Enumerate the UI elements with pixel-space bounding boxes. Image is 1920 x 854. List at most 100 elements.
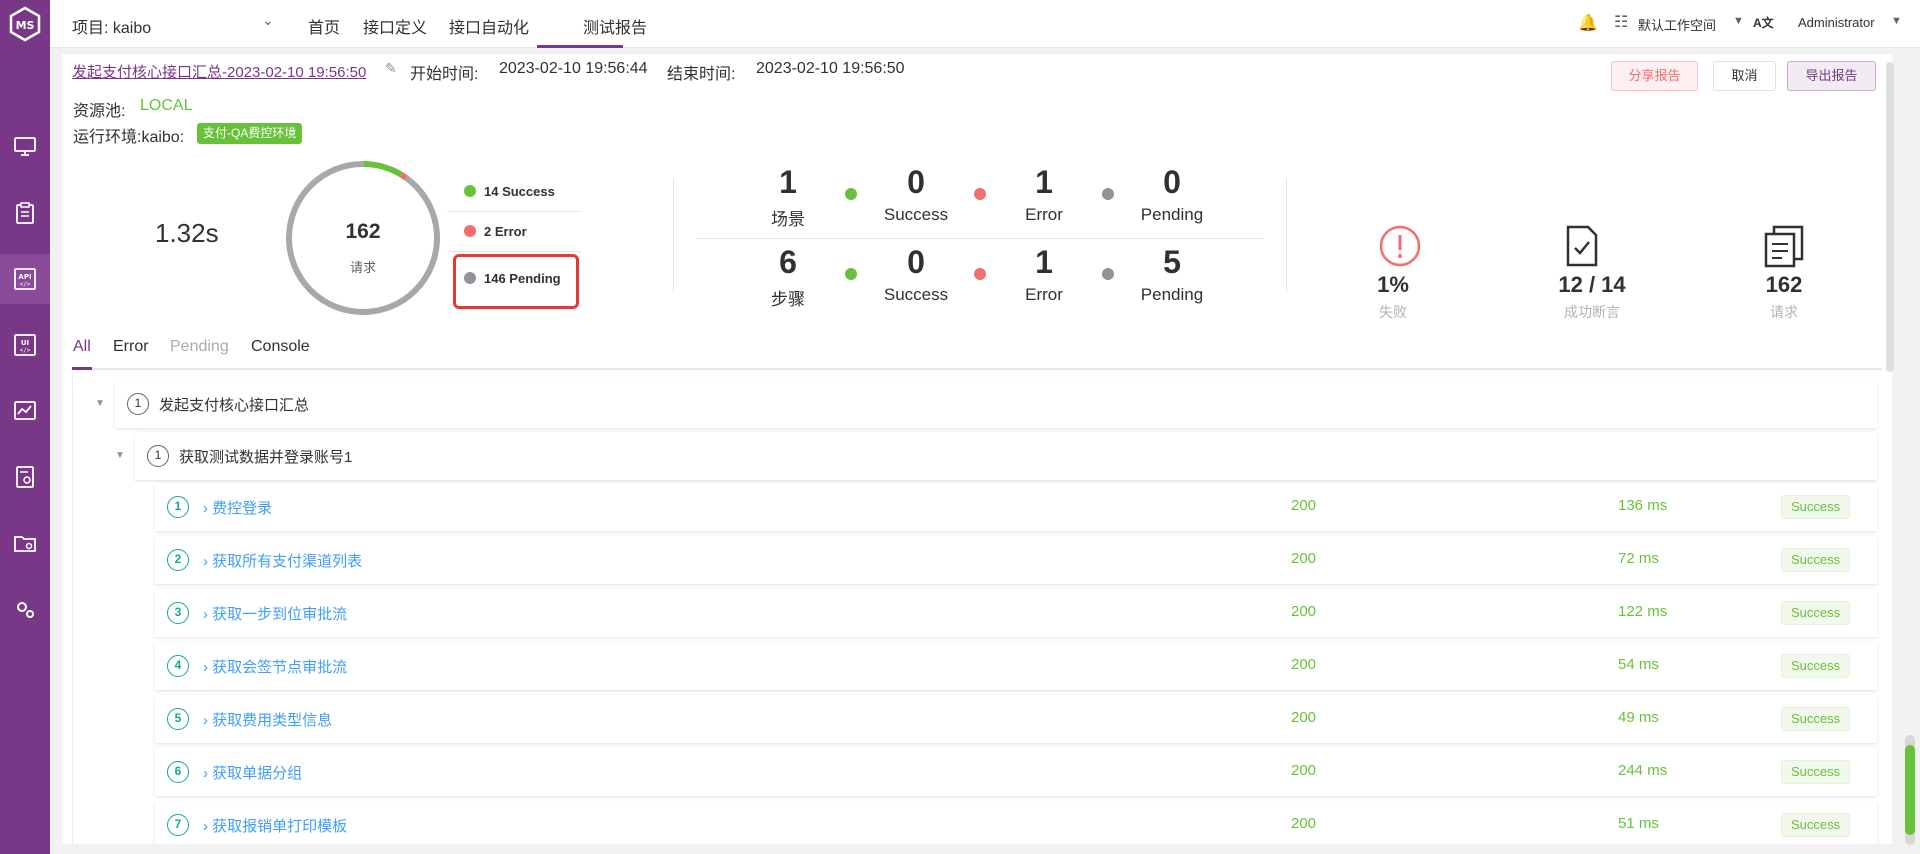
- request-status-code: 200: [1291, 762, 1317, 779]
- request-duration: 49 ms: [1618, 709, 1659, 726]
- sidebar-item-api[interactable]: API </>: [0, 254, 50, 304]
- request-duration: 122 ms: [1618, 603, 1668, 620]
- request-title[interactable]: › 获取单据分组: [203, 762, 302, 783]
- sidebar-item-performance[interactable]: [0, 386, 50, 436]
- share-report-button[interactable]: 分享报告: [1611, 61, 1698, 91]
- side-scroll-thumb[interactable]: [1905, 745, 1915, 835]
- chevron-right-icon: ›: [203, 712, 213, 729]
- request-row[interactable]: 7 › 获取报销单打印模板 200 51 ms Success: [155, 801, 1877, 844]
- caret-down-icon[interactable]: ▼: [1891, 15, 1902, 27]
- start-time-value: 2023-02-10 19:56:44: [499, 60, 648, 77]
- sidebar-item-ui[interactable]: UI </>: [0, 320, 50, 370]
- request-title-text: 获取报销单打印模板: [212, 818, 348, 835]
- request-status-code: 200: [1291, 815, 1317, 832]
- request-title[interactable]: › 获取所有支付渠道列表: [203, 550, 362, 571]
- sidebar-item-workstation[interactable]: [0, 122, 50, 172]
- error-dot-icon: [974, 188, 986, 200]
- stats-divider: [1286, 178, 1287, 292]
- page-scrollbar[interactable]: [1886, 62, 1894, 372]
- caret-down-icon[interactable]: ▼: [115, 450, 125, 461]
- request-duration: 136 ms: [1618, 497, 1668, 514]
- tab-pending[interactable]: Pending: [170, 338, 229, 356]
- svg-text:API: API: [18, 273, 31, 281]
- request-title[interactable]: › 获取一步到位审批流: [203, 603, 347, 624]
- request-index: 2: [167, 549, 189, 571]
- folder-settings-icon: [14, 536, 36, 552]
- caret-down-icon[interactable]: ▼: [95, 398, 105, 409]
- request-row[interactable]: 2 › 获取所有支付渠道列表 200 72 ms Success: [155, 536, 1877, 584]
- svg-text:UI: UI: [21, 339, 29, 347]
- report-name[interactable]: 发起支付核心接口汇总-2023-02-10 19:56:50: [72, 61, 366, 82]
- request-title-text: 获取所有支付渠道列表: [212, 553, 363, 570]
- nav-item-api-definition[interactable]: 接口定义: [363, 14, 427, 38]
- alert-circle-icon: [1379, 225, 1421, 267]
- request-status-badge: Success: [1781, 813, 1851, 837]
- request-status-code: 200: [1291, 550, 1317, 567]
- pending-dot-icon: [1102, 268, 1114, 280]
- nav-item-test-report[interactable]: 测试报告: [583, 14, 647, 38]
- summary-divider: [673, 178, 674, 292]
- nav-item-api-automation[interactable]: 接口自动化: [449, 14, 529, 38]
- sidebar-item-report[interactable]: [0, 452, 50, 502]
- request-title[interactable]: › 获取费用类型信息: [203, 709, 332, 730]
- request-row[interactable]: 1 › 费控登录 200 136 ms Success: [155, 483, 1877, 531]
- bell-icon[interactable]: 🔔: [1578, 13, 1598, 33]
- ui-icon: UI</>: [14, 334, 36, 356]
- chevron-right-icon: ›: [203, 500, 213, 517]
- end-time-label: 结束时间:: [667, 66, 736, 83]
- request-row[interactable]: 6 › 获取单据分组 200 244 ms Success: [155, 748, 1877, 796]
- legend-success: 14 Success: [464, 184, 555, 199]
- ms-logo-icon[interactable]: MS: [7, 6, 43, 42]
- request-index: 7: [167, 814, 189, 836]
- scenario-pending-label: Pending: [1140, 205, 1204, 224]
- tab-console[interactable]: Console: [251, 338, 310, 356]
- stats-divider: [697, 238, 1263, 239]
- sidebar-item-project[interactable]: [0, 518, 50, 568]
- nav-item-home[interactable]: 首页: [308, 14, 340, 38]
- pending-dot-icon: [1102, 188, 1114, 200]
- request-status-code: 200: [1291, 709, 1317, 726]
- sidebar-item-track[interactable]: [0, 188, 50, 238]
- request-title[interactable]: › 获取会签节点审批流: [203, 656, 347, 677]
- chevron-right-icon: ›: [203, 765, 213, 782]
- step-row[interactable]: ▼ 1 获取测试数据并登录账号1: [115, 432, 1877, 480]
- export-report-button[interactable]: 导出报告: [1787, 61, 1876, 91]
- edit-icon[interactable]: ✎: [385, 60, 397, 77]
- error-dot-icon: [464, 225, 476, 237]
- language-icon[interactable]: A文: [1753, 14, 1774, 31]
- caret-down-icon[interactable]: ▼: [1733, 15, 1744, 27]
- request-row[interactable]: 4 › 获取会签节点审批流 200 54 ms Success: [155, 642, 1877, 690]
- request-title[interactable]: › 获取报销单打印模板: [203, 815, 347, 836]
- request-status-code: 200: [1291, 656, 1317, 673]
- sidebar-item-settings[interactable]: [0, 584, 50, 634]
- tab-error[interactable]: Error: [113, 338, 149, 356]
- clipboard-icon: [16, 202, 34, 224]
- report-icon: [16, 466, 34, 488]
- sidebar: MS API </> UI </>: [0, 0, 50, 854]
- total-duration: 1.32s: [155, 218, 219, 248]
- user-menu[interactable]: Administrator: [1798, 15, 1875, 30]
- tab-all[interactable]: All: [73, 338, 91, 356]
- step-pending-label: Pending: [1140, 285, 1204, 304]
- document-check-icon: [1566, 225, 1598, 267]
- request-row[interactable]: 5 › 获取费用类型信息 200 49 ms Success: [155, 695, 1877, 743]
- legend-divider: [447, 251, 581, 252]
- request-status-code: 200: [1291, 603, 1317, 620]
- scenario-pending-count: 0: [1163, 164, 1181, 200]
- chevron-right-icon: ›: [203, 659, 213, 676]
- request-title[interactable]: › 费控登录: [203, 497, 272, 518]
- chevron-down-icon[interactable]: ⌄: [262, 12, 274, 29]
- step-label: 步骤: [771, 290, 805, 309]
- request-duration: 72 ms: [1618, 550, 1659, 567]
- legend-success-label: 14 Success: [484, 184, 555, 199]
- request-status-badge: Success: [1781, 601, 1851, 625]
- error-dot-icon: [974, 268, 986, 280]
- cancel-button[interactable]: 取消: [1713, 61, 1776, 91]
- scenario-label: 场景: [771, 210, 805, 229]
- request-index: 1: [167, 496, 189, 518]
- scenario-row[interactable]: ▼ 1 发起支付核心接口汇总: [95, 380, 1877, 428]
- workspace-selector[interactable]: 默认工作空间: [1638, 15, 1716, 34]
- project-selector[interactable]: 项目: kaibo: [72, 14, 151, 38]
- top-nav: 项目: kaibo ⌄ 首页 接口定义 接口自动化 测试报告 🔔 ☷ 默认工作空…: [50, 0, 1920, 48]
- request-row[interactable]: 3 › 获取一步到位审批流 200 122 ms Success: [155, 589, 1877, 637]
